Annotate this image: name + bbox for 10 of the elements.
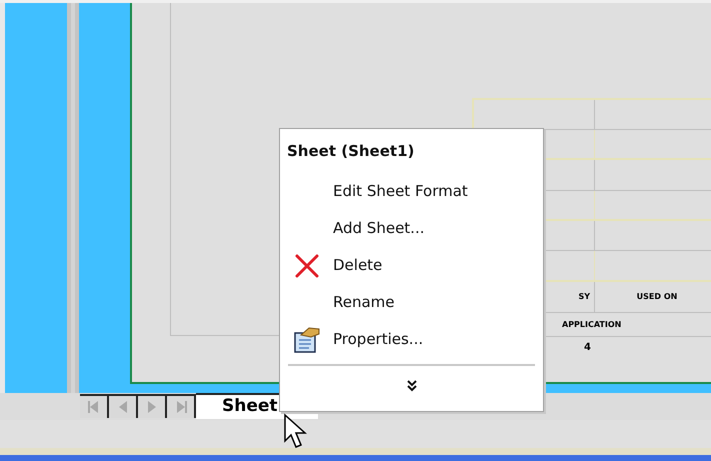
- menu-title: Sheet (Sheet1): [287, 142, 414, 160]
- delete-icon: [294, 252, 320, 278]
- menu-item[interactable]: Add Sheet...: [280, 210, 543, 247]
- menu-item[interactable]: Delete: [280, 247, 543, 284]
- menu-item[interactable]: Edit Sheet Format: [280, 173, 543, 210]
- table-cell: USED ON: [595, 282, 711, 313]
- table-cell-text: 4: [584, 341, 591, 355]
- expand-icon[interactable]: [406, 380, 416, 392]
- menu-item[interactable]: Properties...: [280, 321, 543, 358]
- clipboard-icon: [292, 326, 320, 352]
